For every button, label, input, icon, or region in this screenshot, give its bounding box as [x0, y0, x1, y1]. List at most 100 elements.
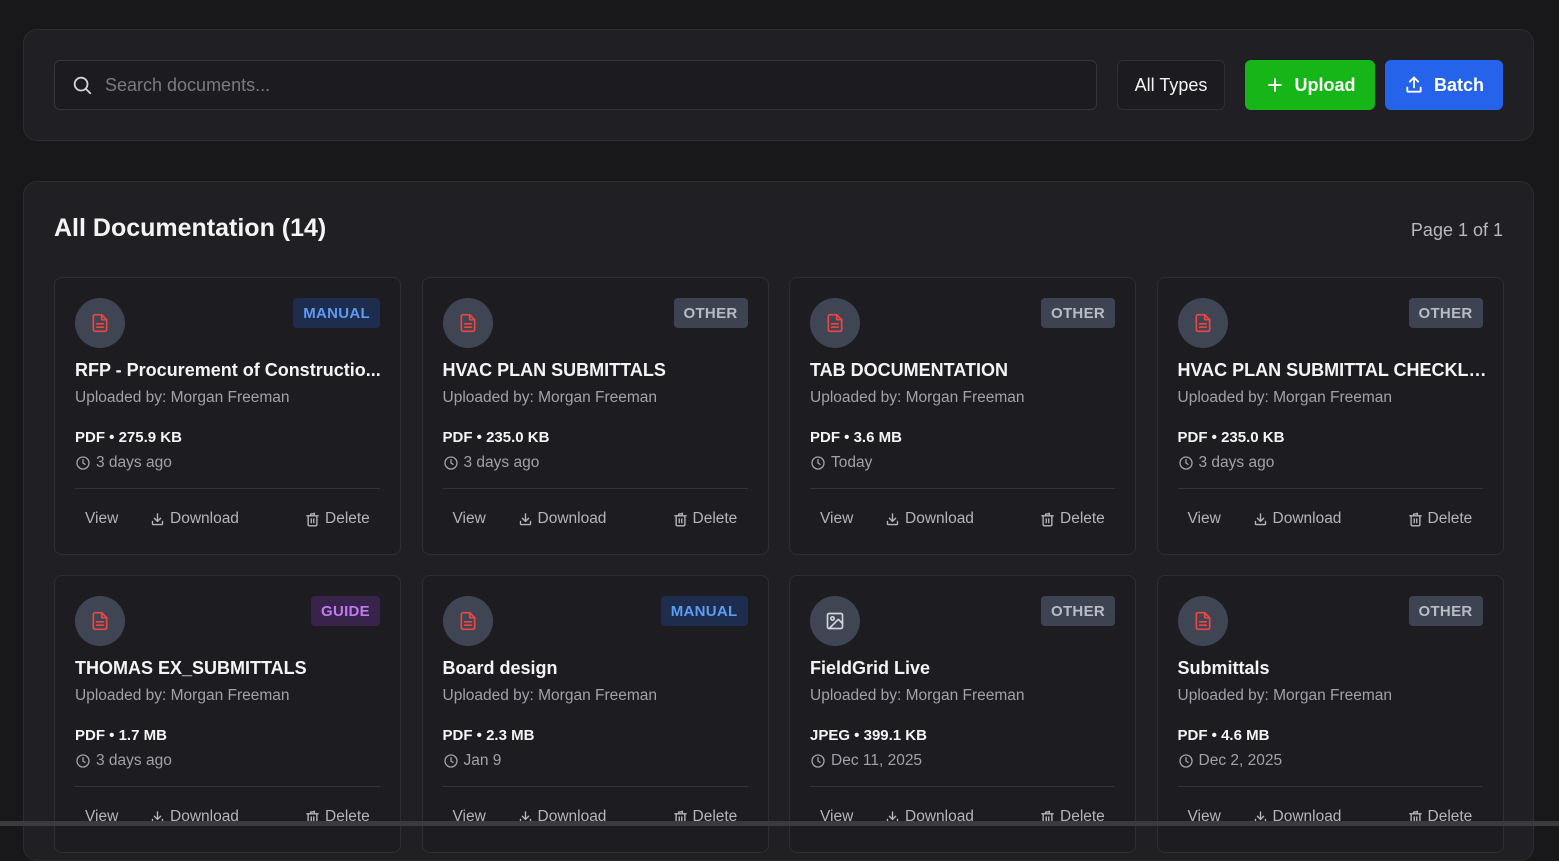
search-box[interactable] — [54, 60, 1097, 110]
image-icon — [810, 596, 860, 646]
file-text-icon — [810, 298, 860, 348]
document-title[interactable]: HVAC PLAN SUBMITTAL CHECKLI... — [1178, 360, 1488, 381]
document-meta: PDF • 235.0 KB — [442, 429, 550, 446]
document-title[interactable]: HVAC PLAN SUBMITTALS — [443, 360, 753, 381]
view-button[interactable]: View — [453, 510, 486, 528]
document-title[interactable]: THOMAS EX_SUBMITTALS — [75, 658, 385, 679]
document-type-badge: OTHER — [1041, 596, 1115, 626]
delete-button[interactable]: Delete — [1408, 510, 1472, 528]
document-card: GUIDE THOMAS EX_SUBMITTALS Uploaded by: … — [54, 575, 401, 853]
file-text-icon — [442, 298, 493, 348]
download-icon — [1253, 512, 1268, 527]
type-filter-select[interactable]: All Types — [1117, 60, 1225, 110]
horizontal-scrollbar[interactable] — [0, 821, 1559, 826]
document-card: OTHER Submittals Uploaded by: Morgan Fre… — [1156, 575, 1504, 853]
document-meta: PDF • 3.6 MB — [810, 429, 902, 446]
file-text-icon — [442, 596, 493, 646]
document-date: 3 days ago — [1178, 454, 1274, 472]
document-type-badge: GUIDE — [310, 596, 380, 626]
document-uploader: Uploaded by: Morgan Freeman — [75, 687, 290, 704]
document-date-text: Dec 11, 2025 — [831, 752, 923, 769]
delete-button[interactable]: Delete — [1040, 510, 1105, 528]
document-card: OTHER FieldGrid Live Uploaded by: Morgan… — [789, 575, 1136, 853]
trash-icon — [1040, 512, 1055, 527]
document-type-badge: OTHER — [673, 298, 748, 328]
batch-upload-button[interactable]: Batch — [1385, 60, 1503, 110]
document-meta: PDF • 2.3 MB — [442, 727, 535, 744]
document-uploader: Uploaded by: Morgan Freeman — [810, 389, 1025, 406]
clock-icon — [1178, 753, 1194, 769]
clock-icon — [75, 753, 91, 769]
document-date: Dec 2, 2025 — [1178, 752, 1283, 770]
card-divider — [1177, 488, 1483, 489]
clock-icon — [1178, 455, 1194, 471]
search-input[interactable] — [105, 61, 1096, 109]
download-button[interactable]: Download — [518, 510, 606, 528]
document-meta: PDF • 275.9 KB — [75, 429, 182, 446]
card-divider — [75, 488, 380, 489]
document-meta: JPEG • 399.1 KB — [810, 727, 927, 744]
document-meta: PDF • 4.6 MB — [1177, 727, 1270, 744]
document-date: Jan 9 — [443, 752, 501, 770]
download-icon — [885, 512, 900, 527]
document-uploader: Uploaded by: Morgan Freeman — [75, 389, 290, 406]
file-text-icon — [1177, 298, 1228, 348]
delete-button[interactable]: Delete — [305, 510, 370, 528]
document-date-text: 3 days ago — [463, 454, 540, 471]
document-uploader: Uploaded by: Morgan Freeman — [1177, 687, 1393, 704]
documents-panel: All Documentation (14) Page 1 of 1 MANUA… — [23, 181, 1534, 861]
page-indicator: Page 1 of 1 — [1410, 220, 1503, 240]
upload-icon — [1404, 75, 1424, 95]
download-icon — [518, 512, 533, 527]
document-date: Dec 11, 2025 — [810, 752, 922, 770]
file-text-icon — [75, 596, 125, 646]
download-button[interactable]: Download — [885, 510, 974, 528]
download-icon — [150, 512, 165, 527]
download-button[interactable]: Download — [150, 510, 239, 528]
document-date-text: 3 days ago — [96, 454, 172, 471]
clock-icon — [75, 455, 91, 471]
document-meta: PDF • 235.0 KB — [1177, 429, 1285, 446]
clock-icon — [443, 455, 459, 471]
toolbar-panel: All Types Upload Batch — [23, 29, 1534, 141]
document-card: OTHER HVAC PLAN SUBMITTALS Uploaded by: … — [421, 277, 769, 555]
download-button[interactable]: Download — [1253, 510, 1341, 528]
document-date: 3 days ago — [75, 752, 172, 770]
document-meta: PDF • 1.7 MB — [75, 727, 167, 744]
document-uploader: Uploaded by: Morgan Freeman — [1177, 389, 1393, 406]
card-divider — [442, 786, 748, 787]
clock-icon — [443, 753, 459, 769]
document-type-badge: OTHER — [1408, 596, 1483, 626]
document-title[interactable]: RFP - Procurement of Constructio... — [75, 360, 385, 381]
trash-icon — [1408, 512, 1423, 527]
document-type-badge: OTHER — [1408, 298, 1483, 328]
delete-button[interactable]: Delete — [673, 510, 737, 528]
section-title: All Documentation (14) — [54, 214, 327, 242]
document-title[interactable]: Board design — [443, 658, 753, 679]
document-date-text: Dec 2, 2025 — [1198, 752, 1283, 769]
document-date: Today — [810, 454, 872, 472]
view-button[interactable]: View — [1188, 510, 1221, 528]
document-title[interactable]: TAB DOCUMENTATION — [810, 360, 1120, 381]
document-title[interactable]: FieldGrid Live — [810, 658, 1120, 679]
document-uploader: Uploaded by: Morgan Freeman — [810, 687, 1025, 704]
clock-icon — [810, 753, 826, 769]
view-button[interactable]: View — [820, 510, 853, 528]
clock-icon — [810, 455, 826, 471]
view-button[interactable]: View — [85, 510, 118, 528]
document-card: OTHER HVAC PLAN SUBMITTAL CHECKLI... Upl… — [1156, 277, 1504, 555]
batch-button-label: Batch — [1433, 74, 1484, 95]
card-divider — [1177, 786, 1483, 787]
card-divider — [75, 786, 380, 787]
upload-button[interactable]: Upload — [1245, 60, 1375, 110]
card-divider — [442, 488, 748, 489]
document-card: MANUAL RFP - Procurement of Constructio.… — [54, 277, 401, 555]
file-text-icon — [1177, 596, 1228, 646]
document-date-text: 3 days ago — [96, 752, 172, 769]
plus-icon — [1265, 75, 1285, 95]
trash-icon — [673, 512, 688, 527]
file-text-icon — [75, 298, 125, 348]
document-title[interactable]: Submittals — [1178, 658, 1488, 679]
document-type-badge: OTHER — [1041, 298, 1115, 328]
document-type-badge: MANUAL — [660, 596, 748, 626]
